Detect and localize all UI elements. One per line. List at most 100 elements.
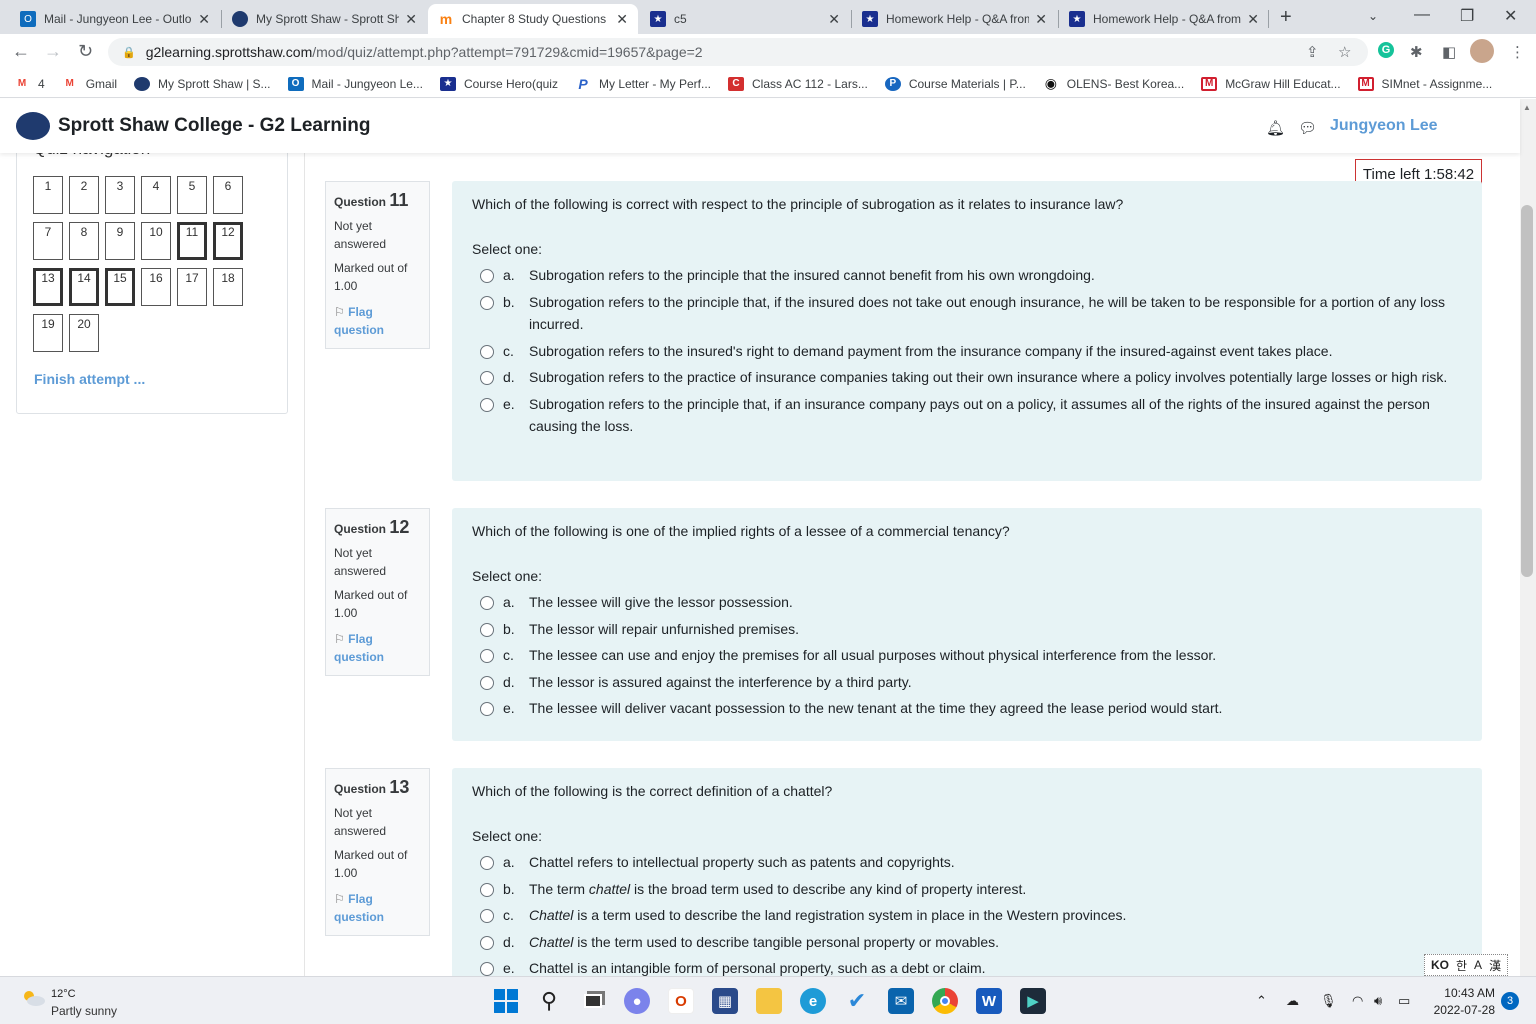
quiz-nav-button-8[interactable]: 8 bbox=[69, 222, 99, 260]
extensions-icon[interactable]: ✱ bbox=[1410, 43, 1423, 61]
bookmark-class-ac112[interactable]: C Class AC 112 - Lars... bbox=[728, 76, 868, 91]
flag-question-button[interactable]: ⚐ Flag question bbox=[334, 630, 421, 666]
word-icon[interactable]: W bbox=[976, 988, 1002, 1014]
bookmark-gmail-count[interactable]: M4 bbox=[14, 77, 45, 91]
close-window-button[interactable]: ✕ bbox=[1504, 6, 1517, 26]
flag-question-button[interactable]: ⚐ Flag question bbox=[334, 303, 421, 339]
radio-button[interactable] bbox=[480, 371, 494, 385]
forward-icon[interactable]: → bbox=[44, 41, 62, 62]
quiz-nav-button-4[interactable]: 4 bbox=[141, 176, 171, 214]
clock-time[interactable]: 10:43 AM bbox=[1440, 986, 1495, 1000]
share-icon[interactable]: ⇪ bbox=[1306, 43, 1319, 61]
bookmark-simnet[interactable]: M SIMnet - Assignme... bbox=[1357, 76, 1492, 91]
radio-button[interactable] bbox=[480, 596, 494, 610]
answer-option-e[interactable]: e. The lessee will deliver vacant possess… bbox=[472, 697, 1462, 720]
bookmark-my-sprott-shaw[interactable]: My Sprott Shaw | S... bbox=[134, 76, 271, 91]
microsoft-store-icon[interactable]: ▦ bbox=[712, 988, 738, 1014]
profile-avatar-icon[interactable] bbox=[1470, 39, 1494, 63]
tab-chapter-8[interactable]: m Chapter 8 Study Questions ✕ bbox=[428, 4, 638, 34]
close-tab-icon[interactable]: ✕ bbox=[828, 11, 840, 28]
file-explorer-icon[interactable] bbox=[756, 988, 782, 1014]
site-title[interactable]: Sprott Shaw College - G2 Learning bbox=[58, 115, 370, 137]
radio-button[interactable] bbox=[480, 909, 494, 923]
bookmark-mail[interactable]: O Mail - Jungyeon Le... bbox=[287, 76, 423, 91]
battery-icon[interactable]: ▭ bbox=[1398, 993, 1410, 1009]
bookmark-my-letter[interactable]: P My Letter - My Perf... bbox=[575, 76, 711, 92]
new-tab-button[interactable]: + bbox=[1280, 6, 1292, 29]
radio-button[interactable] bbox=[480, 935, 494, 950]
wifi-icon[interactable]: ◠ bbox=[1352, 993, 1363, 1009]
search-icon[interactable]: ⚲ bbox=[536, 988, 562, 1014]
finish-attempt-link[interactable]: Finish attempt ... bbox=[34, 371, 145, 387]
answer-option-e[interactable]: e. Subrogation refers to the principle th… bbox=[472, 393, 1462, 438]
edge-icon[interactable]: e bbox=[800, 988, 826, 1014]
close-tab-icon[interactable]: ✕ bbox=[1035, 11, 1047, 28]
ime-hanja[interactable]: 漢 bbox=[1489, 957, 1501, 974]
show-hidden-icons-icon[interactable]: ⌃ bbox=[1256, 993, 1267, 1009]
quiz-nav-button-14[interactable]: 14 bbox=[69, 268, 99, 306]
answer-option-e[interactable]: e. Chattel is an intangible form of perso… bbox=[472, 957, 1462, 976]
answer-option-d[interactable]: d. The lessor is assured against the inte… bbox=[472, 671, 1462, 694]
mail-icon[interactable]: ✉ bbox=[888, 988, 914, 1014]
quiz-nav-button-2[interactable]: 2 bbox=[69, 176, 99, 214]
bookmark-mcgraw-hill[interactable]: M McGraw Hill Educat... bbox=[1201, 76, 1341, 91]
grammarly-icon[interactable]: G bbox=[1378, 42, 1394, 58]
minimize-button[interactable]: — bbox=[1414, 6, 1430, 24]
radio-button[interactable] bbox=[480, 675, 494, 690]
answer-option-c[interactable]: c. The lessee can use and enjoy the premi… bbox=[472, 644, 1462, 667]
tab-c5[interactable]: ★ c5 ✕ bbox=[640, 4, 850, 34]
chrome-icon[interactable] bbox=[932, 988, 958, 1014]
quiz-nav-button-7[interactable]: 7 bbox=[33, 222, 63, 260]
bookmark-course-hero[interactable]: ★ Course Hero(quiz bbox=[439, 76, 558, 91]
bookmark-course-materials[interactable]: P Course Materials | P... bbox=[884, 76, 1026, 91]
quiz-nav-button-13[interactable]: 13 bbox=[33, 268, 63, 306]
radio-button[interactable] bbox=[480, 856, 494, 870]
scroll-up-arrow-icon[interactable]: ▲ bbox=[1523, 103, 1531, 112]
quiz-nav-button-17[interactable]: 17 bbox=[177, 268, 207, 306]
back-icon[interactable]: ← bbox=[12, 41, 30, 62]
answer-option-d[interactable]: d. Chattel is the term used to describe t… bbox=[472, 931, 1462, 954]
answer-option-b[interactable]: b. The lessor will repair unfurnished pre… bbox=[472, 618, 1462, 641]
radio-button[interactable] bbox=[480, 397, 494, 412]
quiz-nav-button-1[interactable]: 1 bbox=[33, 176, 63, 214]
tab-search-icon[interactable]: ⌄ bbox=[1368, 9, 1378, 23]
answer-option-a[interactable]: a. Chattel refers to intellectual propert… bbox=[472, 851, 1462, 874]
tab-sprott-shaw[interactable]: My Sprott Shaw - Sprott Sh ✕ bbox=[222, 4, 427, 34]
answer-option-b[interactable]: b. Subrogation refers to the principle th… bbox=[472, 291, 1462, 336]
radio-button[interactable] bbox=[480, 622, 494, 637]
radio-button[interactable] bbox=[480, 269, 494, 283]
bookmark-star-icon[interactable]: ☆ bbox=[1338, 43, 1351, 61]
quiz-nav-button-12[interactable]: 12 bbox=[213, 222, 243, 260]
volume-icon[interactable]: 🔊︎ bbox=[1374, 993, 1382, 1009]
scrollbar-thumb[interactable] bbox=[1521, 205, 1533, 577]
tab-outlook[interactable]: O Mail - Jungyeon Lee - Outlo ✕ bbox=[10, 4, 220, 34]
radio-button[interactable] bbox=[480, 702, 494, 716]
answer-option-b[interactable]: b. The term chattel is the broad term use… bbox=[472, 878, 1462, 901]
chat-teams-icon[interactable]: ● bbox=[624, 988, 650, 1014]
quiz-nav-button-20[interactable]: 20 bbox=[69, 314, 99, 352]
answer-option-a[interactable]: a. Subrogation refers to the principle th… bbox=[472, 264, 1462, 287]
menu-dots-icon[interactable]: ⋮ bbox=[1510, 43, 1525, 61]
quiz-nav-button-9[interactable]: 9 bbox=[105, 222, 135, 260]
weather-temperature[interactable]: 12°C bbox=[51, 988, 76, 1000]
quiz-nav-button-16[interactable]: 16 bbox=[141, 268, 171, 306]
quiz-nav-button-15[interactable]: 15 bbox=[105, 268, 135, 306]
close-tab-icon[interactable]: ✕ bbox=[405, 11, 417, 28]
onedrive-cloud-icon[interactable]: ☁ bbox=[1286, 993, 1299, 1009]
url-field[interactable]: 🔒 g2learning.sprottshaw.com/mod/quiz/att… bbox=[108, 38, 1368, 66]
quiz-nav-button-5[interactable]: 5 bbox=[177, 176, 207, 214]
microphone-muted-icon[interactable]: 🎙︎ bbox=[1320, 993, 1337, 1009]
answer-option-d[interactable]: d. Subrogation refers to the practice of … bbox=[472, 366, 1462, 389]
ime-language-bar[interactable]: KO 한 A 漢 bbox=[1424, 954, 1509, 976]
notification-count-badge[interactable]: 3 bbox=[1501, 992, 1519, 1010]
radio-button[interactable] bbox=[480, 882, 494, 897]
sprott-shaw-logo[interactable] bbox=[16, 112, 50, 140]
close-tab-icon[interactable]: ✕ bbox=[198, 11, 210, 28]
windows-start-icon[interactable] bbox=[493, 988, 519, 1014]
answer-option-c[interactable]: c. Subrogation refers to the insured's ri… bbox=[472, 340, 1462, 363]
partly-sunny-icon[interactable] bbox=[20, 989, 46, 1007]
reload-icon[interactable]: ↻ bbox=[78, 41, 93, 62]
ime-hangul[interactable]: 한 bbox=[1456, 957, 1467, 974]
quiz-nav-button-19[interactable]: 19 bbox=[33, 314, 63, 352]
zoom-meeting-icon[interactable]: ▶ bbox=[1020, 988, 1046, 1014]
